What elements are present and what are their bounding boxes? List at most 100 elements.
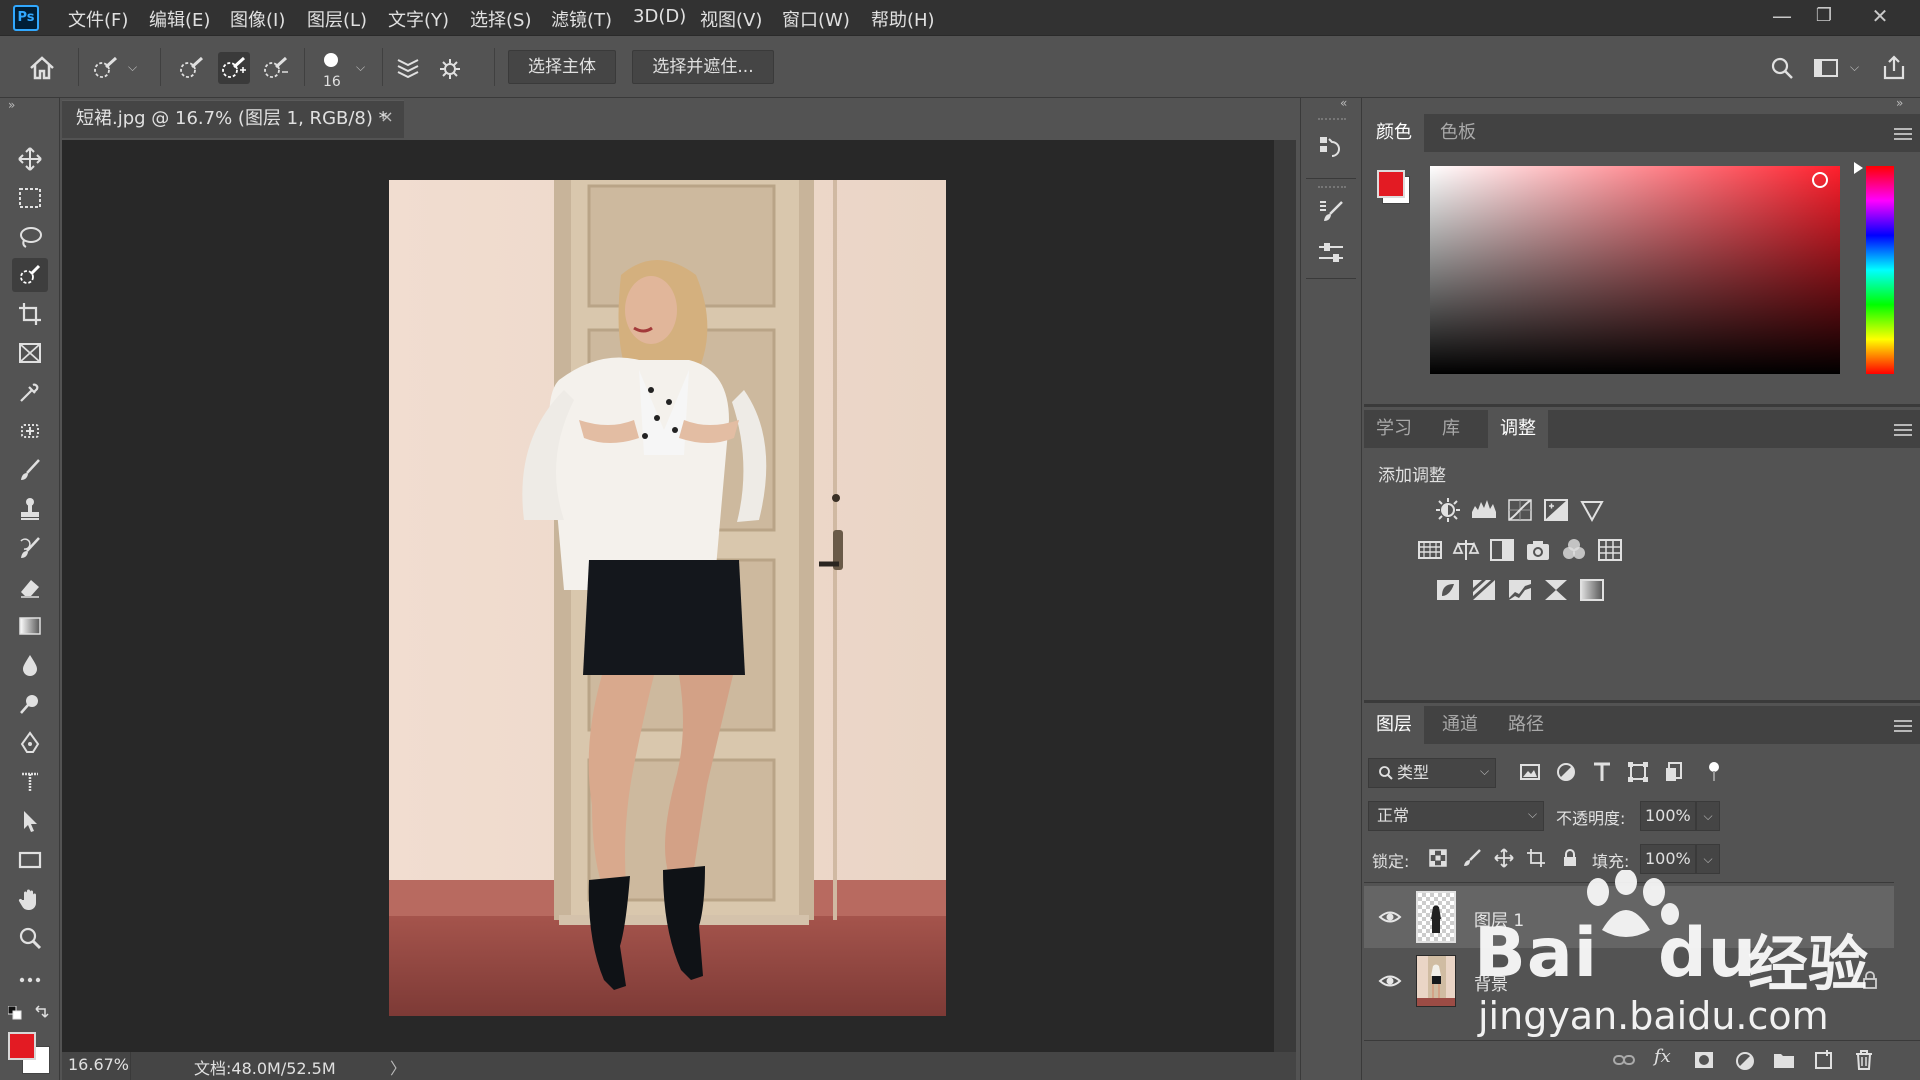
hand-tool-icon[interactable]: [12, 882, 48, 916]
link-layers-icon[interactable]: [1612, 1048, 1636, 1072]
chevron-down-icon[interactable]: ⌵: [1480, 764, 1489, 779]
hue-slider-handle[interactable]: [1854, 162, 1863, 174]
brush-settings-icon[interactable]: [1316, 196, 1346, 226]
layer-style-icon[interactable]: fx: [1654, 1046, 1671, 1067]
lasso-tool-icon[interactable]: [12, 220, 48, 254]
zoom-level[interactable]: 16.67%: [68, 1055, 129, 1077]
menu-help[interactable]: 帮助(H): [871, 6, 935, 32]
tab-adjustments[interactable]: 调整: [1488, 410, 1548, 448]
threshold-icon[interactable]: [1506, 576, 1534, 604]
zoom-tool-icon[interactable]: [12, 921, 48, 955]
channel-mixer-icon[interactable]: [1560, 536, 1588, 564]
share-icon[interactable]: [1878, 52, 1910, 84]
selective-color-icon[interactable]: [1542, 576, 1570, 604]
clone-stamp-tool-icon[interactable]: [12, 492, 48, 526]
hue-saturation-icon[interactable]: [1416, 536, 1444, 564]
new-layer-icon[interactable]: [1812, 1048, 1836, 1072]
menu-filter[interactable]: 滤镜(T): [551, 6, 612, 32]
close-window-button[interactable]: ✕: [1860, 2, 1900, 30]
chevron-down-icon[interactable]: ⌵: [1528, 807, 1537, 822]
layer-thumbnail[interactable]: [1416, 955, 1456, 1007]
filter-type-icon[interactable]: [1590, 760, 1614, 784]
panel-menu-icon[interactable]: [1894, 720, 1912, 734]
vertical-scrollbar[interactable]: [1274, 140, 1296, 1052]
menu-3d[interactable]: 3D(D): [633, 6, 686, 27]
color-lookup-icon[interactable]: [1596, 536, 1624, 564]
subtract-selection-icon[interactable]: [260, 52, 292, 84]
collapse-dock-icon[interactable]: »: [1896, 96, 1903, 110]
grip-icon[interactable]: [1318, 118, 1346, 122]
vibrance-icon[interactable]: [1578, 496, 1606, 524]
eye-icon[interactable]: [1378, 969, 1402, 993]
document-tab[interactable]: 短裙.jpg @ 16.7% (图层 1, RGB/8) *: [62, 100, 404, 138]
color-picker-marker[interactable]: [1812, 172, 1828, 188]
filter-smart-object-icon[interactable]: [1662, 760, 1686, 784]
auto-enhance-icon[interactable]: [434, 52, 466, 84]
pen-tool-icon[interactable]: [12, 726, 48, 760]
filter-pixel-icon[interactable]: [1518, 760, 1542, 784]
blend-mode-select[interactable]: 正常: [1368, 801, 1544, 831]
menu-file[interactable]: 文件(F): [68, 6, 128, 32]
move-tool-icon[interactable]: [12, 142, 48, 176]
minimize-button[interactable]: —: [1762, 2, 1802, 30]
menu-layer[interactable]: 图层(L): [307, 6, 367, 32]
grip-icon[interactable]: [1318, 186, 1346, 190]
add-to-selection-icon[interactable]: [218, 52, 250, 84]
lock-transparent-icon[interactable]: [1428, 848, 1448, 868]
new-group-icon[interactable]: [1772, 1048, 1796, 1072]
chevron-down-icon[interactable]: ⌵: [1850, 60, 1859, 75]
select-and-mask-button[interactable]: 选择并遮住...: [632, 50, 774, 84]
status-expand-icon[interactable]: 〉: [390, 1055, 406, 1079]
type-tool-icon[interactable]: [12, 765, 48, 799]
black-white-icon[interactable]: [1488, 536, 1516, 564]
filter-toggle-icon[interactable]: [1708, 760, 1720, 784]
brush-tool-icon[interactable]: [12, 453, 48, 487]
chevron-down-icon[interactable]: ⌵: [128, 60, 137, 75]
frame-tool-icon[interactable]: [12, 336, 48, 370]
eraser-tool-icon[interactable]: [12, 570, 48, 604]
history-panel-icon[interactable]: [1316, 132, 1346, 162]
exposure-icon[interactable]: [1542, 496, 1570, 524]
lock-all-icon[interactable]: [1560, 848, 1580, 868]
add-mask-icon[interactable]: [1692, 1048, 1716, 1072]
color-field[interactable]: [1430, 166, 1840, 374]
history-brush-tool-icon[interactable]: [12, 531, 48, 565]
quick-select-preset-icon[interactable]: [90, 52, 122, 84]
foreground-color-swatch[interactable]: [8, 1032, 36, 1060]
color-fg-swatch[interactable]: [1377, 170, 1405, 198]
lock-position-icon[interactable]: [1494, 848, 1514, 868]
brush-size-icon[interactable]: [324, 53, 338, 67]
panel-menu-icon[interactable]: [1894, 424, 1912, 438]
lock-pixels-icon[interactable]: [1462, 848, 1482, 868]
close-document-icon[interactable]: ×: [378, 106, 396, 128]
menu-image[interactable]: 图像(I): [230, 6, 285, 32]
more-tools-icon[interactable]: [12, 963, 48, 997]
collapse-panels-icon[interactable]: «: [1340, 96, 1347, 110]
expand-toolbar-icon[interactable]: »: [8, 98, 15, 112]
layer-thumbnail[interactable]: [1416, 891, 1456, 943]
menu-type[interactable]: 文字(Y): [388, 6, 449, 32]
properties-panel-icon[interactable]: [1316, 238, 1346, 268]
gradient-map-icon[interactable]: [1578, 576, 1606, 604]
chevron-down-icon[interactable]: ⌵: [356, 60, 365, 75]
photo-filter-icon[interactable]: [1524, 536, 1552, 564]
tab-libraries[interactable]: 库: [1424, 410, 1478, 448]
color-balance-icon[interactable]: [1452, 536, 1480, 564]
workspace-icon[interactable]: [1810, 52, 1842, 84]
invert-icon[interactable]: [1434, 576, 1462, 604]
filter-shape-icon[interactable]: [1626, 760, 1650, 784]
home-icon[interactable]: [26, 52, 58, 84]
tab-swatches[interactable]: 色板: [1426, 114, 1490, 152]
sample-all-layers-icon[interactable]: [392, 52, 424, 84]
delete-layer-icon[interactable]: [1852, 1048, 1876, 1072]
posterize-icon[interactable]: [1470, 576, 1498, 604]
tab-layers[interactable]: 图层: [1364, 706, 1424, 744]
tab-color[interactable]: 颜色: [1364, 114, 1424, 152]
menu-view[interactable]: 视图(V): [700, 6, 762, 32]
path-selection-tool-icon[interactable]: [12, 804, 48, 838]
new-adjustment-layer-icon[interactable]: [1734, 1048, 1758, 1072]
marquee-tool-icon[interactable]: [12, 181, 48, 215]
healing-brush-tool-icon[interactable]: [12, 414, 48, 448]
lock-artboard-icon[interactable]: [1526, 848, 1546, 868]
restore-button[interactable]: ❐: [1804, 2, 1844, 30]
